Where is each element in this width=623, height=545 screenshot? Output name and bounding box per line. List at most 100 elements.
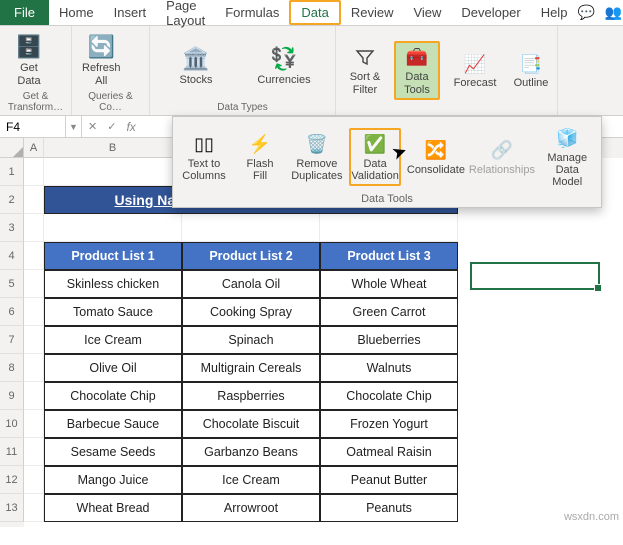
consolidate-icon: 🔀 [422, 138, 450, 164]
row-header[interactable]: 8 [0, 354, 24, 382]
table-cell[interactable]: Olive Oil [44, 354, 182, 382]
row-header[interactable]: 9 [0, 382, 24, 410]
stocks-button[interactable]: 🏛️ Stocks [156, 42, 236, 89]
table-cell[interactable]: Arrowroot [182, 494, 320, 522]
get-transform-group-label: Get & Transform… [6, 91, 65, 113]
tab-data[interactable]: Data [289, 0, 340, 25]
table-cell[interactable]: Chocolate Chip [44, 382, 182, 410]
currencies-button[interactable]: 💱 Currencies [244, 42, 324, 89]
stocks-label: Stocks [179, 74, 212, 87]
table-header[interactable]: Product List 1 [44, 242, 182, 270]
table-header[interactable]: Product List 3 [320, 242, 458, 270]
table-cell[interactable]: Sesame Seeds [44, 438, 182, 466]
comments-icon[interactable]: 💬 [577, 4, 594, 21]
outline-icon: 📑 [518, 51, 544, 77]
data-validation-label: Data Validation [351, 158, 399, 182]
row-header[interactable]: 13 [0, 494, 24, 522]
table-cell[interactable]: Spinach [182, 326, 320, 354]
row-header[interactable]: 10 [0, 410, 24, 438]
data-tools-button[interactable]: 🧰 Data Tools [394, 41, 440, 100]
table-cell[interactable]: Peanuts [320, 494, 458, 522]
table-cell[interactable]: Skinless chicken [44, 270, 182, 298]
table-cell[interactable]: Walnuts [320, 354, 458, 382]
table-cell[interactable]: Tomato Sauce [44, 298, 182, 326]
row-header[interactable]: 11 [0, 438, 24, 466]
name-box[interactable]: F4 [0, 116, 66, 137]
data-tools-label: Data Tools [404, 71, 430, 96]
tab-review[interactable]: Review [341, 0, 404, 25]
row-header[interactable]: 1 [0, 158, 24, 186]
remove-duplicates-button[interactable]: 🗑️ Remove Duplicates [291, 130, 343, 184]
tab-insert[interactable]: Insert [104, 0, 157, 25]
fx-icon: fx [126, 120, 135, 134]
table-cell[interactable]: Ice Cream [182, 466, 320, 494]
data-validation-icon: ✅ [361, 132, 389, 158]
table-header[interactable]: Product List 2 [182, 242, 320, 270]
tab-view[interactable]: View [403, 0, 451, 25]
ribbon: 🗄️ Get Data Get & Transform… 🔄 Refresh A… [0, 26, 623, 116]
relationships-icon: 🔗 [488, 138, 516, 164]
tab-help[interactable]: Help [531, 0, 578, 25]
row-header[interactable]: 2 [0, 186, 24, 214]
table-cell[interactable]: Ice Cream [44, 326, 182, 354]
outline-button[interactable]: 📑 Outline [508, 49, 554, 92]
text-to-columns-label: Text to Columns [182, 158, 225, 182]
fx-check-icon: ✓ [107, 120, 116, 133]
consolidate-button[interactable]: 🔀 Consolidate [407, 136, 464, 178]
table-cell[interactable]: Canola Oil [182, 270, 320, 298]
refresh-all-button[interactable]: 🔄 Refresh All [78, 30, 125, 89]
table-cell[interactable]: Peanut Butter [320, 466, 458, 494]
table-cell[interactable]: Garbanzo Beans [182, 438, 320, 466]
row-header[interactable]: 6 [0, 298, 24, 326]
table-cell[interactable]: Raspberries [182, 382, 320, 410]
formula-input-area[interactable]: ✕ ✓ fx [82, 116, 136, 137]
col-header[interactable]: A [24, 138, 44, 158]
data-tools-dropdown: ▯▯ Text to Columns ⚡ Flash Fill 🗑️ Remov… [172, 116, 602, 208]
manage-data-model-icon: 🧊 [553, 126, 581, 152]
table-cell[interactable]: Wheat Bread [44, 494, 182, 522]
sort-filter-label: Sort & Filter [350, 71, 381, 96]
tab-formulas[interactable]: Formulas [215, 0, 289, 25]
table-cell[interactable]: Blueberries [320, 326, 458, 354]
row-header[interactable]: 4 [0, 242, 24, 270]
table-cell[interactable]: Barbecue Sauce [44, 410, 182, 438]
col-header[interactable]: B [44, 138, 182, 158]
flash-fill-button[interactable]: ⚡ Flash Fill [235, 130, 285, 184]
get-data-button[interactable]: 🗄️ Get Data [6, 30, 52, 89]
file-tab[interactable]: File [0, 0, 49, 25]
tab-developer[interactable]: Developer [451, 0, 530, 25]
table-cell[interactable]: Mango Juice [44, 466, 182, 494]
share-icon[interactable]: 👥 [605, 4, 622, 21]
table-cell[interactable]: Chocolate Chip [320, 382, 458, 410]
stocks-icon: 🏛️ [181, 44, 211, 74]
select-all-corner[interactable] [0, 138, 24, 158]
filter-icon [352, 45, 378, 71]
text-to-columns-button[interactable]: ▯▯ Text to Columns [179, 130, 229, 184]
consolidate-label: Consolidate [407, 164, 465, 176]
table-cell[interactable]: Frozen Yogurt [320, 410, 458, 438]
table-cell[interactable]: Multigrain Cereals [182, 354, 320, 382]
table-cell[interactable]: Oatmeal Raisin [320, 438, 458, 466]
table-cell[interactable]: Chocolate Biscuit [182, 410, 320, 438]
tab-page-layout[interactable]: Page Layout [156, 0, 215, 25]
get-data-icon: 🗄️ [14, 32, 44, 62]
tab-home[interactable]: Home [49, 0, 104, 25]
table-cell[interactable]: Green Carrot [320, 298, 458, 326]
name-box-dropdown[interactable]: ▼ [66, 116, 82, 137]
row-header[interactable]: 12 [0, 466, 24, 494]
grid[interactable]: Using Name Box and INDIRECT Function Pro… [24, 158, 623, 522]
text-to-columns-icon: ▯▯ [190, 132, 218, 158]
table-cell[interactable]: Cooking Spray [182, 298, 320, 326]
sort-filter-button[interactable]: Sort & Filter [342, 43, 388, 98]
row-header[interactable]: 5 [0, 270, 24, 298]
data-tools-icon: 🧰 [404, 45, 430, 71]
row-header[interactable]: 3 [0, 214, 24, 242]
forecast-button[interactable]: 📈 Forecast [452, 49, 498, 92]
manage-data-model-label: Manage Data Model [545, 152, 589, 188]
data-types-group-label: Data Types [156, 102, 329, 113]
row-header[interactable]: 7 [0, 326, 24, 354]
manage-data-model-button[interactable]: 🧊 Manage Data Model [539, 124, 595, 190]
title-bar: File Home Insert Page Layout Formulas Da… [0, 0, 623, 26]
table-cell[interactable]: Whole Wheat [320, 270, 458, 298]
relationships-button[interactable]: 🔗 Relationships [470, 136, 533, 178]
